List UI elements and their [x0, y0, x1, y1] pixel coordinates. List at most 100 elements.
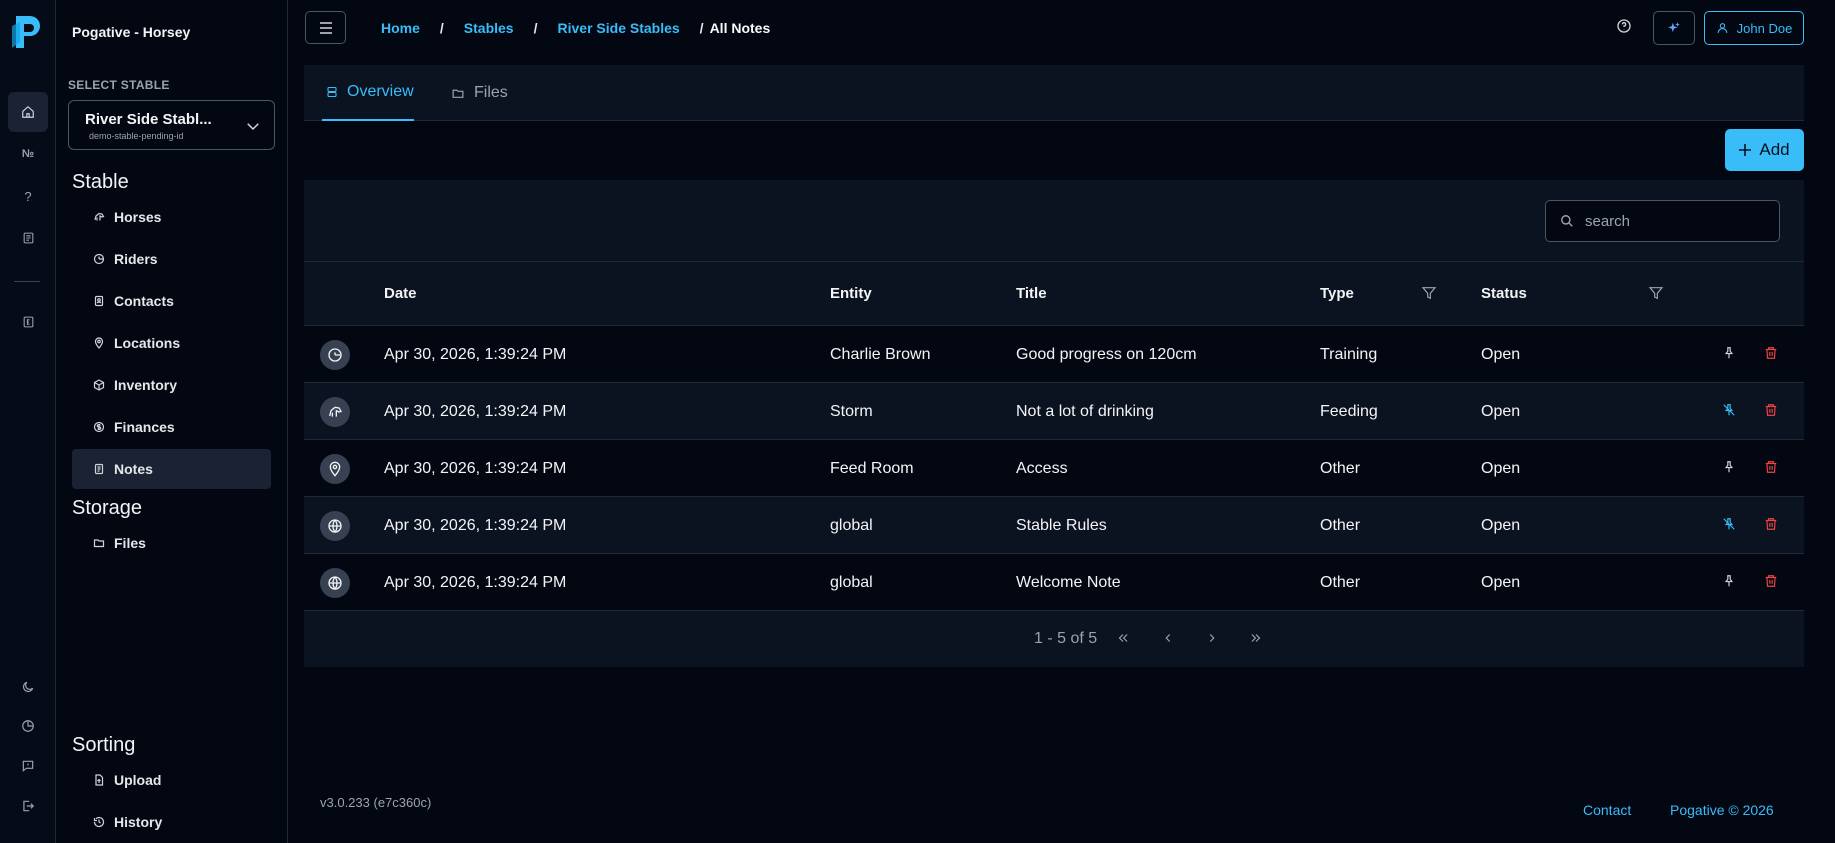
cell-title: Not a lot of drinking	[1016, 403, 1154, 420]
last-page-icon[interactable]	[1248, 631, 1264, 645]
list-icon[interactable]	[8, 218, 48, 258]
cell-entity: Feed Room	[830, 460, 914, 477]
section-title-storage: Storage	[72, 497, 143, 519]
sidebar-item-label: Riders	[114, 251, 158, 267]
sidebar-item-label: Locations	[114, 335, 181, 351]
sidebar-item-inventory[interactable]: Inventory	[72, 365, 271, 405]
sidebar-item-riders[interactable]: Riders	[72, 239, 271, 279]
moon-icon[interactable]	[8, 667, 48, 707]
tab-overview[interactable]: Overview	[322, 65, 414, 121]
user-menu-button[interactable]: John Doe	[1704, 11, 1804, 45]
prev-page-icon[interactable]	[1161, 631, 1175, 645]
tab-files[interactable]: Files	[451, 65, 508, 121]
cell-status: Open	[1481, 403, 1521, 420]
add-button-label: Add	[1759, 140, 1790, 159]
table-row[interactable]: Apr 30, 2026, 1:39:24 PM global Welcome …	[304, 554, 1804, 611]
cell-status: Open	[1481, 346, 1521, 363]
horse-icon	[93, 211, 105, 223]
sidebar-item-label: Notes	[114, 461, 153, 477]
helmet-icon	[93, 253, 105, 265]
breadcrumb-current: All Notes	[709, 20, 771, 36]
cell-date: Apr 30, 2026, 1:39:24 PM	[384, 346, 567, 363]
first-page-icon[interactable]	[1115, 631, 1131, 645]
search-input[interactable]	[1585, 212, 1765, 230]
logout-icon[interactable]	[8, 786, 48, 826]
column-header-entity[interactable]: Entity	[830, 285, 872, 302]
cell-title: Good progress on 120cm	[1016, 346, 1197, 363]
next-page-icon[interactable]	[1205, 631, 1219, 645]
selected-stable-id: demo-stable-pending-id	[89, 131, 184, 141]
sidebar-item-locations[interactable]: Locations	[72, 323, 271, 363]
help-icon[interactable]: ?	[8, 176, 48, 216]
copyright-link[interactable]: Pogative © 2026	[1670, 802, 1774, 818]
sidebar-item-finances[interactable]: Finances	[72, 407, 271, 447]
folder-icon	[452, 89, 464, 98]
ai-sparkle-button[interactable]	[1653, 11, 1695, 45]
sparkle-icon	[1668, 22, 1680, 33]
box-icon	[93, 379, 105, 391]
column-header-type[interactable]: Type	[1320, 285, 1354, 302]
help-circle-icon[interactable]	[1616, 18, 1632, 34]
sidebar-item-files[interactable]: Files	[72, 523, 271, 563]
trash-icon[interactable]	[1764, 403, 1778, 417]
contact-book-icon	[93, 295, 105, 307]
cell-entity: global	[830, 574, 873, 591]
search-icon	[1561, 215, 1573, 227]
type-filter-icon[interactable]	[1421, 284, 1437, 302]
chevron-down-icon	[244, 117, 262, 135]
cell-title: Stable Rules	[1016, 517, 1107, 534]
menu-toggle-button[interactable]	[305, 11, 346, 44]
column-header-status[interactable]: Status	[1481, 285, 1527, 302]
sidebar-item-horses[interactable]: Horses	[72, 197, 271, 237]
trash-icon[interactable]	[1764, 517, 1778, 531]
table-row[interactable]: Apr 30, 2026, 1:39:24 PM Storm Not a lot…	[304, 383, 1804, 440]
column-header-title[interactable]: Title	[1016, 285, 1047, 302]
breadcrumb-river-side-stables[interactable]: River Side Stables	[558, 20, 680, 36]
numero-icon[interactable]: №	[8, 134, 48, 174]
unpin-icon[interactable]	[1722, 403, 1736, 417]
pin-icon[interactable]	[1722, 460, 1736, 474]
table-row[interactable]: Apr 30, 2026, 1:39:24 PM global Stable R…	[304, 497, 1804, 554]
section-title-stable: Stable	[72, 171, 129, 193]
sidebar-item-contacts[interactable]: Contacts	[72, 281, 271, 321]
cell-type: Training	[1320, 346, 1378, 363]
breadcrumb-stables[interactable]: Stables	[464, 20, 514, 36]
pin-icon[interactable]	[1722, 574, 1736, 588]
chart-icon[interactable]	[8, 706, 48, 746]
add-note-button[interactable]: Add	[1725, 129, 1804, 171]
breadcrumb-home[interactable]: Home	[381, 20, 420, 36]
pogative-logo[interactable]	[10, 12, 46, 52]
note-icon	[93, 463, 105, 475]
brand-name: Pogative - Horsey	[72, 24, 191, 40]
table-row[interactable]: Apr 30, 2026, 1:39:24 PM Charlie Brown G…	[304, 326, 1804, 383]
user-icon	[1717, 23, 1728, 33]
status-filter-icon[interactable]	[1648, 284, 1664, 302]
sidebar-item-label: Inventory	[114, 377, 178, 393]
sidebar-item-upload[interactable]: Upload	[72, 760, 271, 800]
trash-icon[interactable]	[1764, 346, 1778, 360]
globe-icon	[320, 568, 350, 598]
sidebar: Pogative - Horsey SELECT STABLE River Si…	[56, 0, 288, 843]
cell-entity: global	[830, 517, 873, 534]
stable-select[interactable]: River Side Stabl... demo-stable-pending-…	[68, 100, 275, 150]
column-header-date[interactable]: Date	[384, 285, 417, 302]
table-row[interactable]: Apr 30, 2026, 1:39:24 PM Feed Room Acces…	[304, 440, 1804, 497]
trash-icon[interactable]	[1764, 574, 1778, 588]
sidebar-item-history[interactable]: History	[72, 802, 271, 842]
hamburger-icon	[319, 21, 332, 34]
section-title-sorting: Sorting	[72, 734, 136, 756]
history-icon	[93, 816, 105, 828]
contact-link[interactable]: Contact	[1583, 802, 1631, 818]
home-icon[interactable]	[8, 92, 48, 132]
cell-type: Other	[1320, 517, 1361, 534]
sidebar-item-label: Finances	[114, 419, 175, 435]
plus-icon	[1739, 144, 1752, 156]
unpin-icon[interactable]	[1722, 517, 1736, 531]
pagination-info: 1 - 5 of 5	[1034, 630, 1098, 647]
pin-icon[interactable]	[1722, 346, 1736, 360]
sidebar-item-notes[interactable]: Notes	[72, 449, 271, 489]
message-icon[interactable]	[8, 746, 48, 786]
ledger-icon[interactable]	[8, 302, 48, 342]
globe-icon	[320, 511, 350, 541]
trash-icon[interactable]	[1764, 460, 1778, 474]
